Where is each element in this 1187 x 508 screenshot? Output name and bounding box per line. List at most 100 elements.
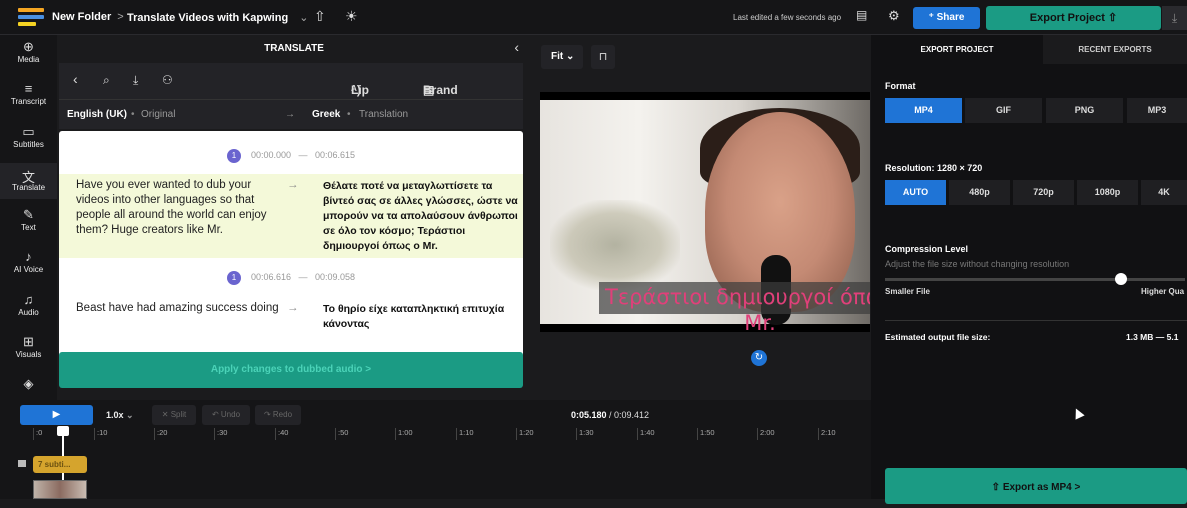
breadcrumb-folder[interactable]: New Folder >	[52, 11, 130, 23]
subtitles-icon: ▭	[22, 124, 35, 139]
tick-label: :40	[275, 428, 288, 440]
export-project-button[interactable]: Export Project ⇧	[986, 6, 1161, 30]
format-gif[interactable]: GIF	[965, 98, 1042, 123]
target-language[interactable]: Greek	[312, 109, 340, 120]
fit-dropdown[interactable]: Fit ⌄	[541, 45, 583, 69]
video-clip-thumbnail[interactable]	[33, 480, 87, 499]
layers-icon[interactable]: ◈	[0, 376, 57, 392]
gear-icon[interactable]: ⚙	[888, 8, 900, 24]
tick-label: 1:40	[637, 428, 655, 440]
collapse-panel-icon[interactable]: ‹	[514, 39, 519, 55]
tab-recent-exports[interactable]: RECENT EXPORTS	[1043, 35, 1187, 64]
translate-panel: TRANSLATE ‹ ‹ ⌕ ⤓ ⚇ ᴬ) Lip Sync ▤ Brand …	[57, 35, 531, 400]
arrow-right-icon: →	[285, 109, 295, 120]
language-bar: English (UK) • Original → Greek • Transl…	[59, 99, 523, 129]
download-icon[interactable]: ⤓	[133, 73, 138, 88]
sidebar-item-media[interactable]: ⊕ Media	[0, 39, 57, 64]
source-text[interactable]: Beast have had amazing success doing	[76, 301, 281, 316]
share-button[interactable]: ⁺ Share	[913, 7, 980, 29]
lock-icon[interactable]: ⊓	[591, 45, 615, 69]
tick-label: 1:10	[456, 428, 474, 440]
search-icon[interactable]: ⌕	[103, 73, 110, 88]
divider	[885, 320, 1187, 321]
audio-icon: ♫	[23, 292, 34, 307]
arrow-right-icon: →	[287, 302, 299, 314]
target-text[interactable]: Θέλατε ποτέ να μεταγλωττίσετε τα βίντεό …	[323, 179, 518, 254]
subtitle-text[interactable]: Τεράστιοι δημιουργοί όπως ο Mr.	[595, 284, 870, 332]
sidebar-item-text[interactable]: ✎ Text	[0, 207, 57, 232]
subtitle-track-icon	[18, 460, 26, 467]
resolution-4k[interactable]: 4K	[1141, 180, 1187, 205]
segment-row[interactable]: Have you ever wanted to dub your videos …	[59, 174, 523, 258]
smaller-file-label: Smaller File	[885, 287, 930, 296]
segment-timestamp: 1 00:06.616 — 00:09.058	[59, 265, 523, 289]
video-canvas[interactable]: Τεράστιοι δημιουργοί όπως ο Mr.	[540, 92, 870, 332]
undo-button[interactable]: ↶ Undo	[202, 405, 250, 425]
resolution-auto[interactable]: AUTO	[885, 180, 946, 205]
format-mp4[interactable]: MP4	[885, 98, 962, 123]
format-png[interactable]: PNG	[1046, 98, 1123, 123]
tick-label: :0	[33, 428, 42, 440]
resolution-1080p[interactable]: 1080p	[1077, 180, 1138, 205]
subtitle-clip[interactable]: 7 subti...	[33, 456, 87, 473]
source-tag: Original	[141, 109, 176, 120]
speakers-icon[interactable]: ⚇	[162, 73, 173, 87]
sidebar-item-transcript[interactable]: ≡ Transcript	[0, 81, 57, 106]
speaker-badge[interactable]: 1	[226, 148, 241, 163]
sidebar-item-translate[interactable]: 文 Translate	[0, 163, 57, 199]
redo-button[interactable]: ↷ Redo	[255, 405, 301, 425]
chevron-down-icon[interactable]: ⌄	[299, 12, 308, 24]
translate-toolbar: ‹ ⌕ ⤓ ⚇ ᴬ) Lip Sync ▤ Brand Glossary	[59, 63, 523, 111]
tab-export-project[interactable]: EXPORT PROJECT	[871, 35, 1043, 64]
lightbulb-icon[interactable]: ☀	[345, 8, 358, 25]
tick-label: 1:20	[516, 428, 534, 440]
timeline-ruler[interactable]: :0 :10 :20 :30 :40 :50 1:00 1:10 1:20 1:…	[0, 428, 871, 444]
arrow-right-icon: →	[287, 179, 299, 191]
segments-card: 1 00:00.000 — 00:06.615 Have you ever wan…	[59, 131, 523, 379]
speaker-badge[interactable]: 1	[226, 270, 241, 285]
tick-label: 1:00	[395, 428, 413, 440]
tick-label: :10	[94, 428, 107, 440]
export-icon: ⇧	[1108, 12, 1118, 24]
compression-slider-knob[interactable]	[1115, 273, 1127, 285]
resolution-label: Resolution: 1280 × 720	[885, 163, 983, 173]
upload-icon[interactable]: ⇧	[314, 8, 326, 25]
tick-label: :20	[154, 428, 167, 440]
resolution-480p[interactable]: 480p	[949, 180, 1010, 205]
speed-dropdown[interactable]: 1.0x ⌄	[98, 405, 145, 425]
download-icon[interactable]: ⤓	[1162, 6, 1187, 30]
resolution-720p[interactable]: 720p	[1013, 180, 1074, 205]
media-icon: ⊕	[23, 39, 34, 54]
export-icon: ⇧	[991, 482, 1001, 493]
refresh-icon[interactable]: ↻	[751, 350, 767, 366]
sidebar-item-ai-voice[interactable]: ♪ AI Voice	[0, 249, 57, 274]
sidebar-item-subtitles[interactable]: ▭ Subtitles	[0, 124, 57, 149]
video-preview-area: Fit ⌄ ⊓ Τεράστιοι δημιουργοί όπως ο Mr. …	[531, 35, 871, 400]
compression-label: Compression Level	[885, 244, 969, 254]
segment-row[interactable]: Beast have had amazing success doing → Τ…	[59, 297, 523, 337]
apply-changes-button[interactable]: Apply changes to dubbed audio >	[59, 352, 523, 388]
sidebar-item-audio[interactable]: ♫ Audio	[0, 292, 57, 317]
format-mp3[interactable]: MP3	[1127, 98, 1187, 123]
play-button[interactable]: ▶	[20, 405, 93, 425]
comments-icon[interactable]: ▤	[856, 8, 867, 22]
target-text[interactable]: Το θηρίο είχε καταπληκτική επιτυχία κάνο…	[323, 302, 518, 332]
add-user-icon: ⁺	[928, 12, 934, 23]
tick-label: 1:50	[697, 428, 715, 440]
source-language[interactable]: English (UK)	[67, 109, 127, 120]
source-dot: •	[131, 109, 135, 120]
segment-timestamp: 1 00:00.000 — 00:06.615	[59, 143, 523, 167]
sidebar-item-visuals[interactable]: ⊞ Visuals	[0, 334, 57, 359]
split-button[interactable]: ✕ Split	[152, 405, 196, 425]
target-tag: Translation	[359, 109, 409, 120]
playhead-handle[interactable]	[57, 426, 69, 436]
compression-slider[interactable]	[885, 278, 1185, 281]
timeline: ▶ 1.0x ⌄ ✕ Split ↶ Undo ↷ Redo 0:05.180 …	[0, 400, 871, 499]
breadcrumb-project[interactable]: Translate Videos with Kapwing ⌄	[127, 11, 308, 24]
chevron-down-icon: ⌄	[566, 51, 575, 62]
back-icon[interactable]: ‹	[73, 71, 78, 87]
top-bar: New Folder > Translate Videos with Kapwin…	[0, 0, 1187, 35]
kapwing-logo-icon[interactable]	[18, 8, 44, 26]
source-text[interactable]: Have you ever wanted to dub your videos …	[76, 178, 281, 238]
left-sidebar: ⊕ Media ≡ Transcript ▭ Subtitles 文 Translate…	[0, 35, 57, 400]
